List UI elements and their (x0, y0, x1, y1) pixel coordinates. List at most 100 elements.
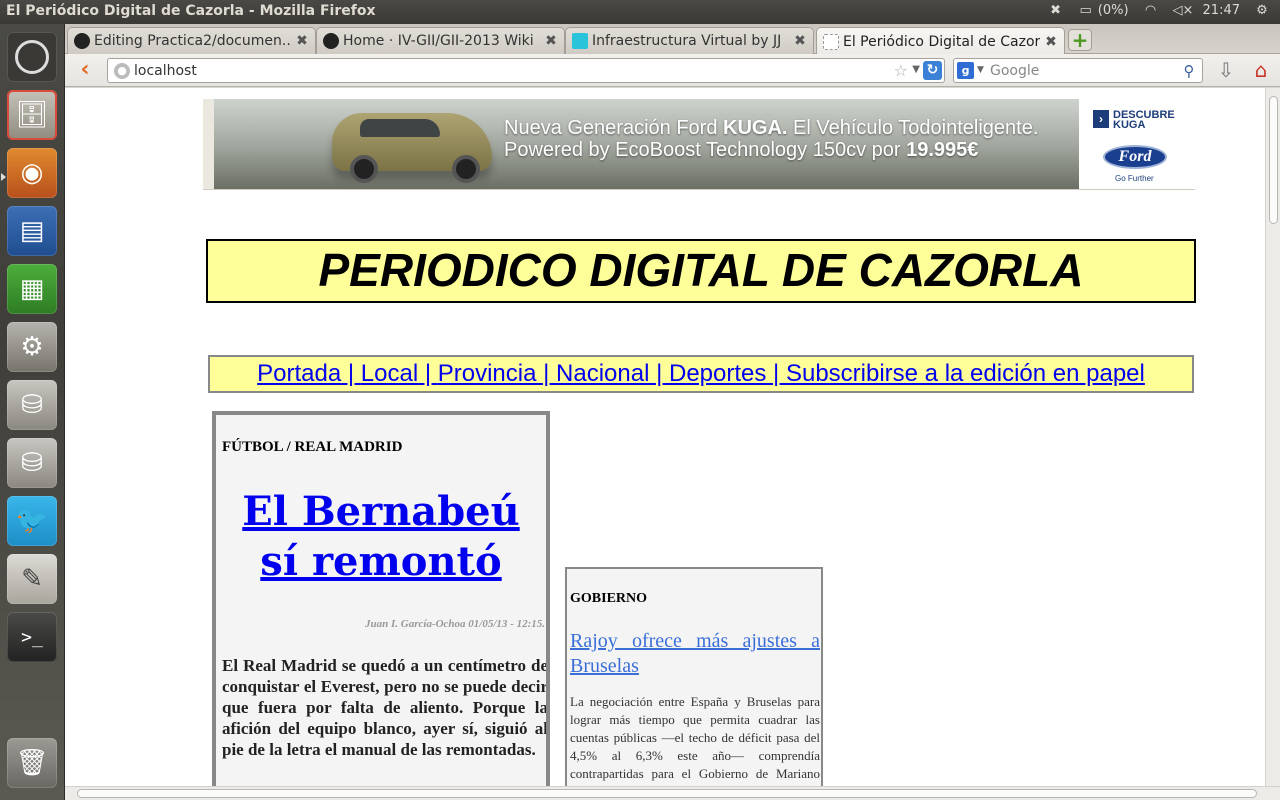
ad-banner[interactable]: publicidad Nueva Generación Ford KUGA. E… (203, 99, 1195, 190)
text-editor-launcher[interactable]: ✎ (7, 554, 57, 604)
ad-side-panel: › DESCUBRE KUGA Ford Go Further (1079, 99, 1195, 189)
battery-text: (0%) (1097, 3, 1129, 18)
tab-github-wiki[interactable]: Home · IV-GII/GII-2013 Wiki ✖ (316, 27, 565, 54)
twitter-launcher[interactable]: 🐦 (7, 496, 57, 546)
power-gear-icon[interactable]: ⚙ (1254, 3, 1270, 18)
tab-infraestructura-virtual[interactable]: Infraestructura Virtual by JJ ✖ (565, 27, 814, 54)
navigation-toolbar: ‹ ● localhost ☆ ▼ ↻ g ▼ Google ⚲ ⇩ ⌂ (65, 54, 1280, 87)
new-tab-button[interactable]: + (1068, 29, 1092, 51)
search-bar[interactable]: g ▼ Google ⚲ (953, 58, 1203, 83)
page-viewport: publicidad Nueva Generación Ford KUGA. E… (65, 88, 1265, 786)
tab-periodico-cazorla[interactable]: El Periódico Digital de Cazorla ✖ (816, 27, 1065, 55)
article-section: FÚTBOL / REAL MADRID (222, 439, 403, 455)
engine-dropdown-icon[interactable]: ▼ (977, 65, 984, 75)
ad-cta-line: KUGA (1113, 119, 1146, 131)
tab-close-icon[interactable]: ✖ (295, 33, 309, 49)
home-button[interactable]: ⌂ (1248, 58, 1274, 82)
menu-separator: | (766, 360, 786, 387)
vertical-scrollbar[interactable] (1265, 88, 1280, 786)
article-card: FÚTBOL / REAL MADRID El Bernabeú sí remo… (212, 411, 550, 786)
blank-page-icon (823, 33, 839, 50)
wrench-gear-icon: ⚙ (20, 332, 44, 362)
reload-icon[interactable]: ↻ (923, 61, 942, 80)
downloads-button[interactable]: ⇩ (1214, 58, 1238, 82)
tab-label: Infraestructura Virtual by JJ (592, 33, 782, 49)
ad-photo: Nueva Generación Ford KUGA. El Vehículo … (214, 99, 1079, 189)
github-icon (323, 33, 339, 49)
firefox-launcher[interactable]: ◉ (7, 148, 57, 198)
download-arrow-icon: ⇩ (1217, 58, 1235, 82)
window-title: El Periódico Digital de Cazorla - Mozill… (6, 3, 376, 19)
menu-link-nacional[interactable]: Nacional (556, 360, 649, 387)
article-body: La negociación entre España y Bruselas p… (570, 694, 820, 786)
ad-text-bold: KUGA. (723, 117, 788, 139)
hard-drive-icon: ⛁ (21, 448, 43, 478)
tab-label: El Periódico Digital de Cazorla (843, 33, 1040, 50)
menu-link-local[interactable]: Local (361, 360, 418, 387)
descubre-kuga-link[interactable]: › DESCUBRE KUGA (1093, 110, 1175, 131)
ad-text: Nueva Generación Ford (504, 117, 724, 139)
ubuntu-logo-icon (15, 40, 49, 74)
volume-muted-icon[interactable]: ◁× (1173, 3, 1194, 18)
menu-link-portada[interactable]: Portada (257, 360, 341, 387)
search-input[interactable]: Google (990, 63, 1039, 79)
menu-separator: | (649, 360, 669, 387)
tab-close-icon[interactable]: ✖ (793, 33, 807, 49)
menu-link-deportes[interactable]: Deportes (669, 360, 766, 387)
menu-separator: | (536, 360, 557, 387)
files-launcher[interactable]: 🗄 (7, 90, 57, 140)
car-wheel (350, 155, 378, 183)
plus-icon: + (1071, 28, 1089, 52)
url-bar[interactable]: ● localhost ☆ ▼ ↻ (107, 58, 945, 83)
settings-launcher[interactable]: ⚙ (7, 322, 57, 372)
tab-editing-practica2[interactable]: Editing Practica2/documen... ✖ (67, 27, 316, 54)
ad-text: El Vehículo Todointeligente. (787, 117, 1039, 139)
url-text[interactable]: localhost (134, 63, 197, 79)
firefox-window: Editing Practica2/documen... ✖ Home · IV… (65, 24, 1280, 800)
ford-slogan: Go Further (1115, 174, 1154, 183)
ford-logo: Ford (1103, 145, 1167, 169)
search-icon[interactable]: ⚲ (1180, 62, 1198, 80)
clock[interactable]: 21:47 (1203, 3, 1240, 18)
page-title: PERIODICO DIGITAL DE CAZORLA (206, 239, 1196, 303)
battery-indicator[interactable]: ▭ (0%) (1078, 3, 1129, 18)
article-byline: Juan I. García-Ochoa 01/05/13 - 12:15. (365, 618, 545, 630)
wifi-icon[interactable]: ◠ (1143, 3, 1159, 18)
section-menu: Portada | Local | Provincia | Nacional |… (208, 355, 1194, 393)
calc-launcher[interactable]: ▦ (7, 264, 57, 314)
article-card: GOBIERNO Rajoy ofrece más ajustes a Brus… (565, 567, 823, 786)
hard-drive-icon: ⛁ (21, 390, 43, 420)
ad-headline: Nueva Generación Ford KUGA. El Vehículo … (504, 117, 1038, 161)
article-headline-link[interactable]: El Bernabeú sí remontó (222, 487, 540, 587)
ad-price: 19.995€ (906, 139, 979, 161)
scrollbar-thumb[interactable] (1269, 96, 1278, 224)
twitter-bird-icon: 🐦 (15, 506, 49, 536)
menu-link-suscribirse[interactable]: Subscribirse a la edición en papel (786, 360, 1145, 387)
dropbox-icon[interactable]: ✖ (1048, 3, 1064, 18)
article-headline-link[interactable]: Rajoy ofrece más ajustes a Bruselas (570, 629, 820, 679)
horizontal-scrollbar[interactable] (65, 786, 1280, 800)
spreadsheet-icon: ▦ (19, 274, 45, 304)
disk-launcher-2[interactable]: ⛁ (7, 438, 57, 488)
scrollbar-thumb[interactable] (77, 789, 1257, 798)
google-engine-icon[interactable]: g (957, 62, 974, 79)
dash-home-button[interactable] (7, 32, 57, 82)
tab-close-icon[interactable]: ✖ (1044, 34, 1058, 50)
globe-icon: ● (114, 63, 130, 79)
tab-close-icon[interactable]: ✖ (544, 33, 558, 49)
menu-link-provincia[interactable]: Provincia (438, 360, 537, 387)
ad-text: Powered by EcoBoost Technology 150cv por (504, 139, 907, 161)
writer-launcher[interactable]: ▤ (7, 206, 57, 256)
system-indicators: ✖ ▭ (0%) ◠ ◁× 21:47 ⚙ (1048, 3, 1270, 18)
notepad-pencil-icon: ✎ (21, 564, 43, 594)
tab-bar: Editing Practica2/documen... ✖ Home · IV… (65, 24, 1280, 55)
car-wheel (452, 155, 480, 183)
bookmark-star-icon[interactable]: ☆ (894, 61, 908, 80)
disk-launcher-1[interactable]: ⛁ (7, 380, 57, 430)
terminal-launcher[interactable]: >_ (7, 612, 57, 662)
text-document-icon: ▤ (19, 216, 45, 246)
article-body: El Real Madrid se quedó a un centímetro … (222, 656, 548, 759)
history-dropdown-icon[interactable]: ▼ (912, 64, 920, 75)
trash-launcher[interactable]: 🗑 (7, 738, 57, 788)
back-button[interactable]: ‹ (73, 58, 97, 82)
